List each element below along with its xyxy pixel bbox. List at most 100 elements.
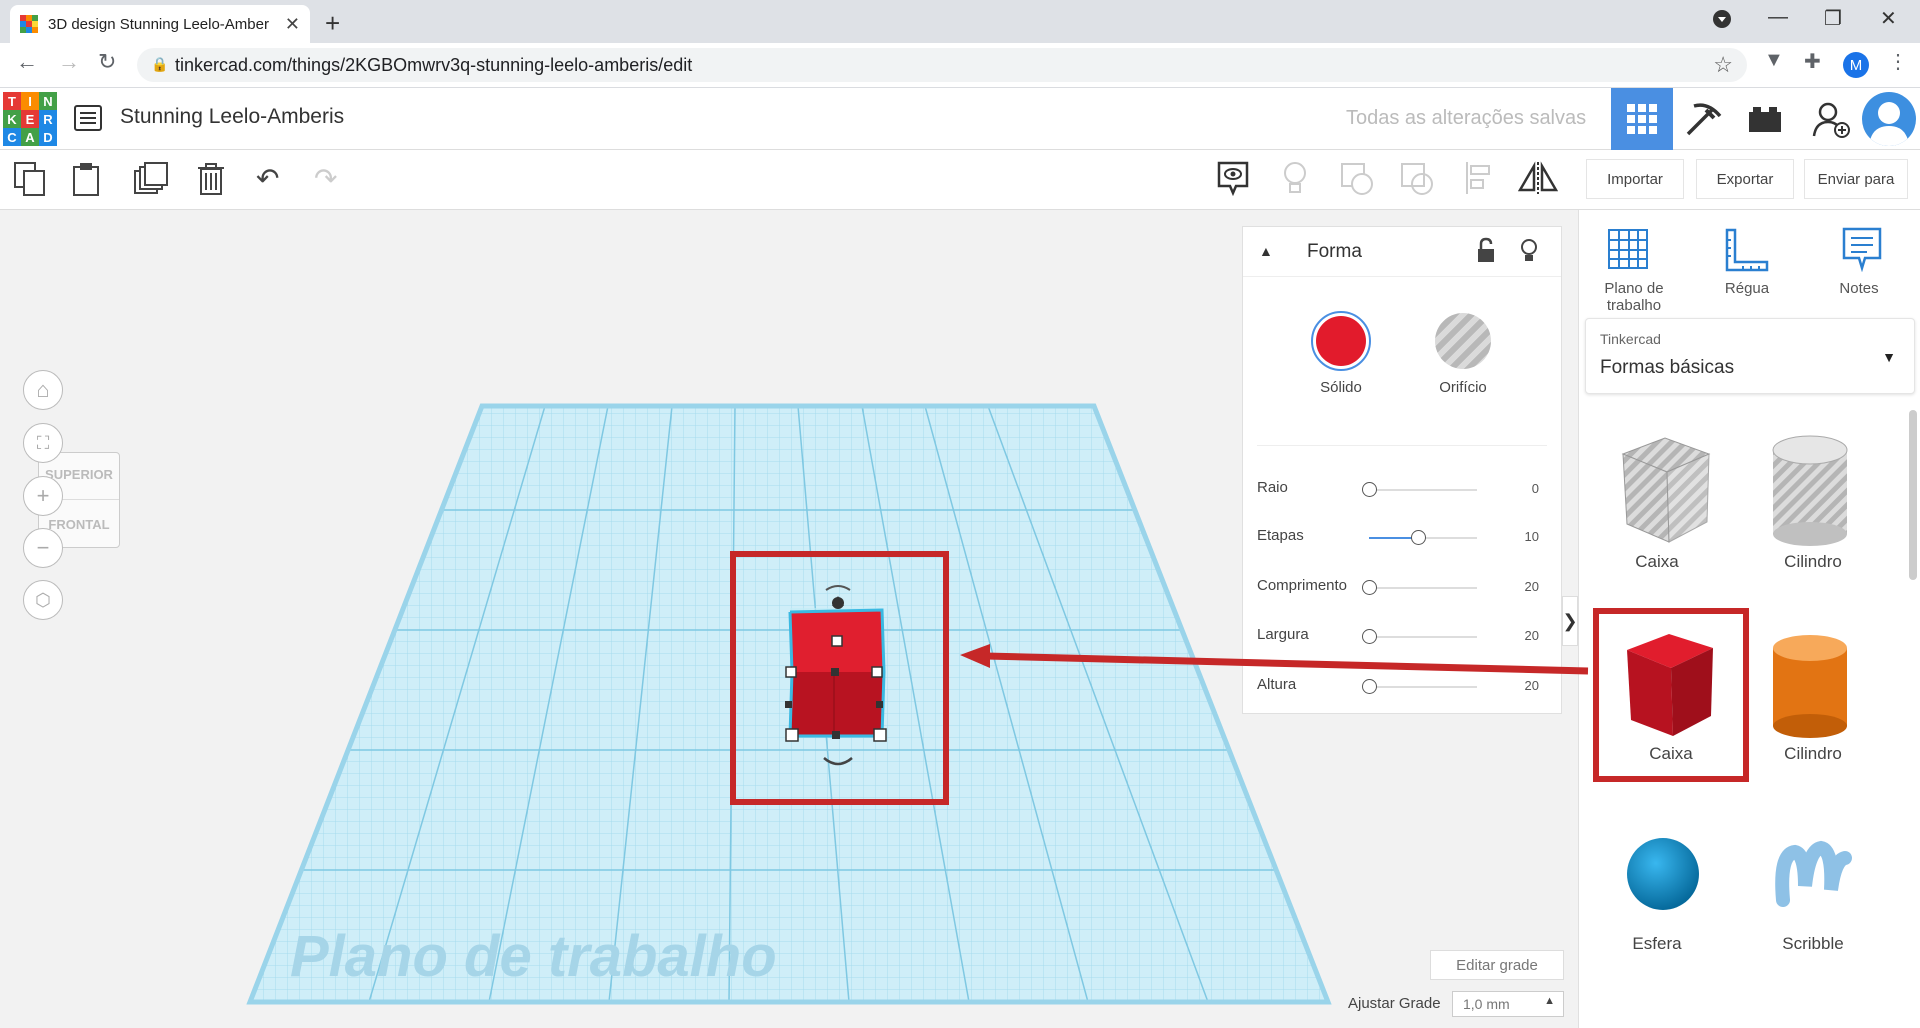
library-scrollbar[interactable] <box>1909 410 1917 580</box>
logo-letter: I <box>21 92 39 110</box>
undo-icon[interactable]: ↶ <box>256 162 279 195</box>
param-slider-knob[interactable] <box>1362 482 1377 497</box>
param-row: Raio 0 <box>1257 479 1553 503</box>
param-value[interactable]: 10 <box>1525 529 1539 544</box>
dropdown-arrow-icon: ▼ <box>1882 349 1896 365</box>
paste-icon[interactable] <box>72 162 102 203</box>
puzzle-extensions-icon[interactable]: ✚ <box>1804 49 1821 74</box>
send-to-button[interactable]: Enviar para <box>1804 159 1908 199</box>
collapse-icon[interactable]: ▲ <box>1259 243 1273 259</box>
tab-title: 3D design Stunning Leelo-Amber <box>48 15 269 33</box>
orthographic-view-icon[interactable]: ⬡ <box>23 580 63 620</box>
zoom-out-icon[interactable]: − <box>23 528 63 568</box>
bricks-icon[interactable] <box>1747 104 1783 139</box>
shape-label: Scribble <box>1782 934 1844 953</box>
group-icon[interactable] <box>1340 160 1374 203</box>
bookmark-star-icon[interactable]: ☆ <box>1713 52 1733 78</box>
shape-sphere[interactable] <box>1623 834 1703 914</box>
comment-view-icon[interactable] <box>1216 160 1250 203</box>
align-icon[interactable] <box>1464 160 1494 203</box>
param-slider-knob[interactable] <box>1362 580 1377 595</box>
inspector-title: Forma <box>1307 241 1362 262</box>
browser-tab-strip: 3D design Stunning Leelo-Amber ✕ + — ❐ ✕ <box>0 0 1920 43</box>
shape-cylinder-solid[interactable] <box>1761 632 1861 742</box>
logo-letter: C <box>3 128 21 146</box>
close-window-icon[interactable]: ✕ <box>1880 6 1897 31</box>
forward-icon[interactable]: → <box>58 49 80 75</box>
snap-grid-value: 1,0 mm <box>1463 996 1510 1012</box>
param-value[interactable]: 20 <box>1525 678 1539 693</box>
restore-icon[interactable]: ❐ <box>1824 6 1842 31</box>
edit-toolbar: ↶ ↷ Importar Exportar Enviar para <box>0 150 1920 210</box>
param-row: Altura 20 <box>1257 676 1553 700</box>
design-title[interactable]: Stunning Leelo-Amberis <box>120 105 344 129</box>
notes-tool-label: Notes <box>1839 280 1879 297</box>
ungroup-icon[interactable] <box>1400 160 1434 203</box>
param-slider-track[interactable] <box>1369 489 1477 491</box>
shape-scribble[interactable] <box>1769 830 1859 920</box>
browser-menu-icon[interactable]: ⋮ <box>1888 49 1908 74</box>
profile-avatar[interactable]: M <box>1843 52 1869 78</box>
param-slider-knob[interactable] <box>1410 530 1426 545</box>
3d-view-button[interactable] <box>1611 88 1673 150</box>
export-button[interactable]: Exportar <box>1696 159 1794 199</box>
library-source: Tinkercad <box>1600 331 1661 347</box>
shape-inspector: ▲ Forma Sólido Orifício Raio 0 Etapas 10 Com… <box>1242 226 1562 714</box>
url-text: tinkercad.com/things/2KGBOmwrv3q-stunnin… <box>175 54 693 75</box>
delete-icon[interactable] <box>196 162 226 203</box>
save-status: Todas as alterações salvas <box>1346 107 1587 129</box>
browser-tab[interactable]: 3D design Stunning Leelo-Amber ✕ <box>10 5 310 43</box>
close-tab-icon[interactable]: ✕ <box>285 14 300 35</box>
hole-button[interactable] <box>1435 313 1491 369</box>
copy-icon[interactable] <box>14 162 46 203</box>
param-value[interactable]: 0 <box>1532 481 1539 496</box>
user-avatar[interactable] <box>1862 92 1916 146</box>
logo-letter: N <box>39 92 57 110</box>
mirror-icon[interactable] <box>1517 160 1559 203</box>
minimize-icon[interactable]: — <box>1768 6 1788 29</box>
media-control-icon[interactable] <box>1712 9 1732 35</box>
home-view-icon[interactable]: ⌂ <box>23 370 63 410</box>
hide-shape-icon[interactable] <box>1519 237 1539 270</box>
app-header: T I N K E R C A D Stunning Leelo-Amberis… <box>0 88 1920 150</box>
new-tab-icon[interactable]: + <box>325 8 340 39</box>
zoom-in-icon[interactable]: + <box>23 476 63 516</box>
collapse-panel-tab[interactable]: ❯ <box>1562 596 1578 646</box>
fit-view-icon[interactable]: ⛶ <box>23 423 63 463</box>
edit-grid-button[interactable]: Editar grade <box>1430 950 1564 980</box>
url-field[interactable]: 🔒 tinkercad.com/things/2KGBOmwrv3q-stunn… <box>137 48 1747 82</box>
param-value[interactable]: 20 <box>1525 579 1539 594</box>
param-label: Comprimento <box>1257 577 1348 594</box>
solid-button[interactable] <box>1311 311 1371 371</box>
workplane-tool[interactable] <box>1605 226 1651 277</box>
reload-icon[interactable]: ↻ <box>98 49 116 75</box>
library-select[interactable]: Tinkercad Formas básicas ▼ <box>1585 318 1915 394</box>
codeblocks-pickaxe-icon[interactable] <box>1684 100 1724 145</box>
logo-letter: A <box>21 128 39 146</box>
duplicate-icon[interactable] <box>134 162 168 203</box>
ruler-tool[interactable] <box>1723 228 1769 279</box>
param-slider-track[interactable] <box>1369 587 1477 589</box>
param-slider-knob[interactable] <box>1362 679 1377 694</box>
snap-grid-select[interactable]: 1,0 mm ▲ <box>1452 991 1564 1017</box>
param-slider-track[interactable] <box>1369 636 1477 638</box>
workplane-watermark: Plano de trabalho <box>290 924 777 989</box>
notes-tool[interactable] <box>1841 226 1883 277</box>
workplane-icon <box>1608 229 1648 269</box>
redo-icon[interactable]: ↷ <box>314 162 337 195</box>
shape-box-solid[interactable] <box>1615 628 1725 738</box>
back-icon[interactable]: ← <box>16 49 38 75</box>
shape-cylinder-hole[interactable] <box>1761 432 1861 552</box>
shape-label: Esfera <box>1632 934 1682 953</box>
shape-box-hole[interactable] <box>1595 430 1715 550</box>
param-slider-track[interactable] <box>1369 686 1477 688</box>
design-menu-icon[interactable] <box>74 105 102 131</box>
tinkercad-logo[interactable]: T I N K E R C A D <box>3 92 57 146</box>
param-slider-knob[interactable] <box>1362 629 1377 644</box>
lightbulb-icon[interactable] <box>1282 160 1308 203</box>
lock-shape-icon[interactable] <box>1475 237 1497 270</box>
param-value[interactable]: 20 <box>1525 628 1539 643</box>
import-button[interactable]: Importar <box>1586 159 1684 199</box>
extension-icon[interactable]: ▼ <box>1764 49 1784 72</box>
add-user-icon[interactable] <box>1812 100 1852 145</box>
